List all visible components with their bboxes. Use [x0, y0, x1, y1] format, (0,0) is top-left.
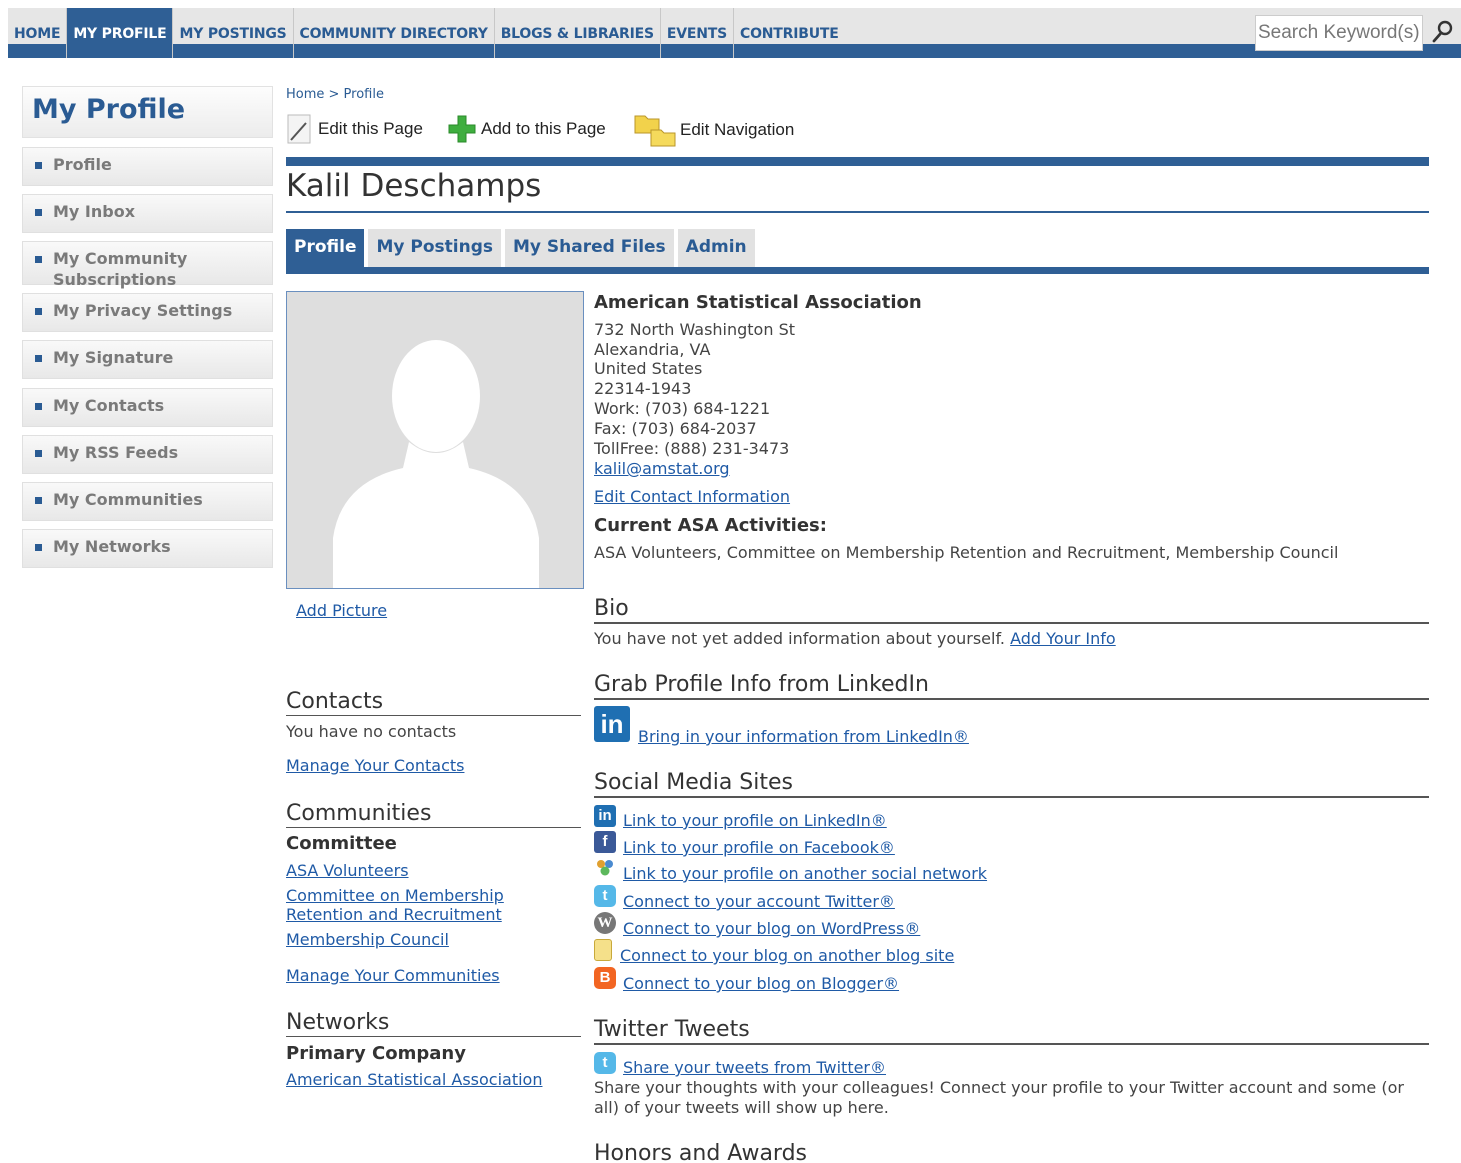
- bio-text: You have not yet added information about…: [594, 629, 1116, 649]
- nav-blogs-libraries[interactable]: BLOGS & LIBRARIES: [495, 8, 661, 58]
- avatar-silhouette-icon: [333, 340, 539, 588]
- bio-empty-text: You have not yet added information about…: [594, 629, 1006, 648]
- community-link-asa-volunteers[interactable]: ASA Volunteers: [286, 861, 409, 881]
- tab-my-shared-files[interactable]: My Shared Files: [505, 229, 674, 267]
- work-phone: Work: (703) 684-1221: [594, 399, 771, 418]
- twitter-description-line1: Share your thoughts with your colleagues…: [594, 1078, 1404, 1097]
- edit-navigation-button[interactable]: Edit Navigation: [633, 112, 794, 148]
- folders-icon: [633, 112, 677, 148]
- tab-profile[interactable]: Profile: [286, 229, 365, 267]
- community-link-membership-council[interactable]: Membership Council: [286, 930, 449, 950]
- profile-picture: [286, 291, 584, 589]
- manage-contacts-link[interactable]: Manage Your Contacts: [286, 756, 464, 776]
- nav-contribute[interactable]: CONTRIBUTE: [734, 8, 845, 58]
- organization-name: American Statistical Association: [594, 292, 922, 313]
- social-link-twitter[interactable]: Connect to your account Twitter®: [623, 892, 895, 912]
- sidebar-item-privacy-settings[interactable]: My Privacy Settings: [22, 293, 273, 332]
- communities-heading: Communities: [286, 800, 581, 828]
- blogger-icon: B: [594, 967, 616, 989]
- linkedin-import-link[interactable]: Bring in your information from LinkedIn®: [638, 727, 969, 747]
- sidebar-item-rss-feeds[interactable]: My RSS Feeds: [22, 435, 273, 474]
- address-zip: 22314-1943: [594, 379, 692, 398]
- edit-page-button[interactable]: Edit this Page: [286, 113, 423, 145]
- nav-community-directory[interactable]: COMMUNITY DIRECTORY: [294, 8, 495, 58]
- profile-tabs: Profile My Postings My Shared Files Admi…: [286, 229, 755, 267]
- nav-my-profile[interactable]: MY PROFILE: [67, 8, 174, 58]
- social-heading: Social Media Sites: [594, 769, 1429, 798]
- edit-navigation-label: Edit Navigation: [680, 120, 795, 139]
- pencil-icon: [286, 113, 314, 145]
- tab-admin[interactable]: Admin: [677, 229, 755, 267]
- twitter-description-line2: all) of your tweets will show up here.: [594, 1098, 889, 1117]
- nav-home[interactable]: HOME: [8, 8, 68, 58]
- people-icon: [594, 857, 616, 879]
- communities-subheading: Committee: [286, 833, 397, 854]
- fax-number: Fax: (703) 684-2037: [594, 419, 757, 438]
- address-country: United States: [594, 359, 703, 378]
- add-page-button[interactable]: Add to this Page: [447, 113, 606, 145]
- address-city: Alexandria, VA: [594, 340, 711, 359]
- linkedin-large-icon: in: [594, 706, 630, 742]
- document-icon: [594, 939, 612, 961]
- social-link-wordpress[interactable]: Connect to your blog on WordPress®: [623, 919, 920, 939]
- add-page-label: Add to this Page: [481, 119, 606, 138]
- bio-heading: Bio: [594, 595, 1429, 624]
- networks-heading: Networks: [286, 1009, 581, 1037]
- twitter-heading: Twitter Tweets: [594, 1016, 1429, 1045]
- sidebar-title: My Profile: [22, 86, 273, 138]
- sidebar-item-communities[interactable]: My Communities: [22, 482, 273, 521]
- honors-heading: Honors and Awards: [594, 1141, 808, 1163]
- sidebar-item-contacts[interactable]: My Contacts: [22, 388, 273, 427]
- social-link-facebook[interactable]: Link to your profile on Facebook®: [623, 838, 895, 858]
- sidebar-item-inbox[interactable]: My Inbox: [22, 194, 273, 233]
- activities-list: ASA Volunteers, Committee on Membership …: [594, 543, 1339, 562]
- edit-page-label: Edit this Page: [318, 119, 423, 138]
- linkedin-heading: Grab Profile Info from LinkedIn: [594, 671, 1429, 700]
- header-divider: [286, 157, 1429, 166]
- contacts-empty-text: You have no contacts: [286, 722, 457, 741]
- search-icon[interactable]: [1431, 19, 1455, 45]
- profile-name: Kalil Deschamps: [286, 168, 1429, 213]
- community-link-membership-retention-2[interactable]: Retention and Recruitment: [286, 905, 502, 925]
- edit-contact-link[interactable]: Edit Contact Information: [594, 487, 790, 507]
- social-link-other-network[interactable]: Link to your profile on another social n…: [623, 864, 987, 884]
- linkedin-icon: in: [594, 805, 616, 827]
- sidebar-item-networks[interactable]: My Networks: [22, 529, 273, 568]
- add-picture-link[interactable]: Add Picture: [296, 601, 387, 621]
- manage-communities-link[interactable]: Manage Your Communities: [286, 966, 500, 986]
- social-link-other-blog[interactable]: Connect to your blog on another blog sit…: [620, 946, 954, 966]
- sidebar-item-community-subscriptions[interactable]: My Community Subscriptions: [22, 241, 273, 289]
- address-street: 732 North Washington St: [594, 320, 795, 339]
- contacts-heading: Contacts: [286, 688, 581, 716]
- tollfree-number: TollFree: (888) 231-3473: [594, 439, 790, 458]
- add-your-info-link[interactable]: Add Your Info: [1010, 629, 1116, 648]
- twitter-share-icon: t: [594, 1052, 616, 1074]
- breadcrumb[interactable]: Home > Profile: [286, 87, 384, 102]
- networks-subheading: Primary Company: [286, 1043, 466, 1064]
- network-link-asa[interactable]: American Statistical Association: [286, 1070, 542, 1090]
- social-link-blogger[interactable]: Connect to your blog on Blogger®: [623, 974, 899, 994]
- search-input[interactable]: [1255, 15, 1423, 51]
- nav-my-postings[interactable]: MY POSTINGS: [173, 8, 294, 58]
- share-tweets-link[interactable]: Share your tweets from Twitter®: [623, 1058, 886, 1078]
- sidebar-item-signature[interactable]: My Signature: [22, 340, 273, 379]
- tabs-divider: [286, 267, 1429, 274]
- tab-my-postings[interactable]: My Postings: [368, 229, 502, 267]
- sidebar-item-profile[interactable]: Profile: [22, 147, 273, 186]
- facebook-icon: f: [594, 831, 616, 853]
- community-link-membership-retention-1[interactable]: Committee on Membership: [286, 886, 504, 906]
- email-link[interactable]: kalil@amstat.org: [594, 459, 730, 479]
- wordpress-icon: W: [594, 912, 616, 934]
- plus-icon: [447, 114, 477, 144]
- social-link-linkedin[interactable]: Link to your profile on LinkedIn®: [623, 811, 887, 831]
- nav-events[interactable]: EVENTS: [661, 8, 734, 58]
- activities-heading: Current ASA Activities:: [594, 515, 827, 536]
- top-navigation: HOME MY PROFILE MY POSTINGS COMMUNITY DI…: [8, 8, 1461, 58]
- twitter-icon: t: [594, 885, 616, 907]
